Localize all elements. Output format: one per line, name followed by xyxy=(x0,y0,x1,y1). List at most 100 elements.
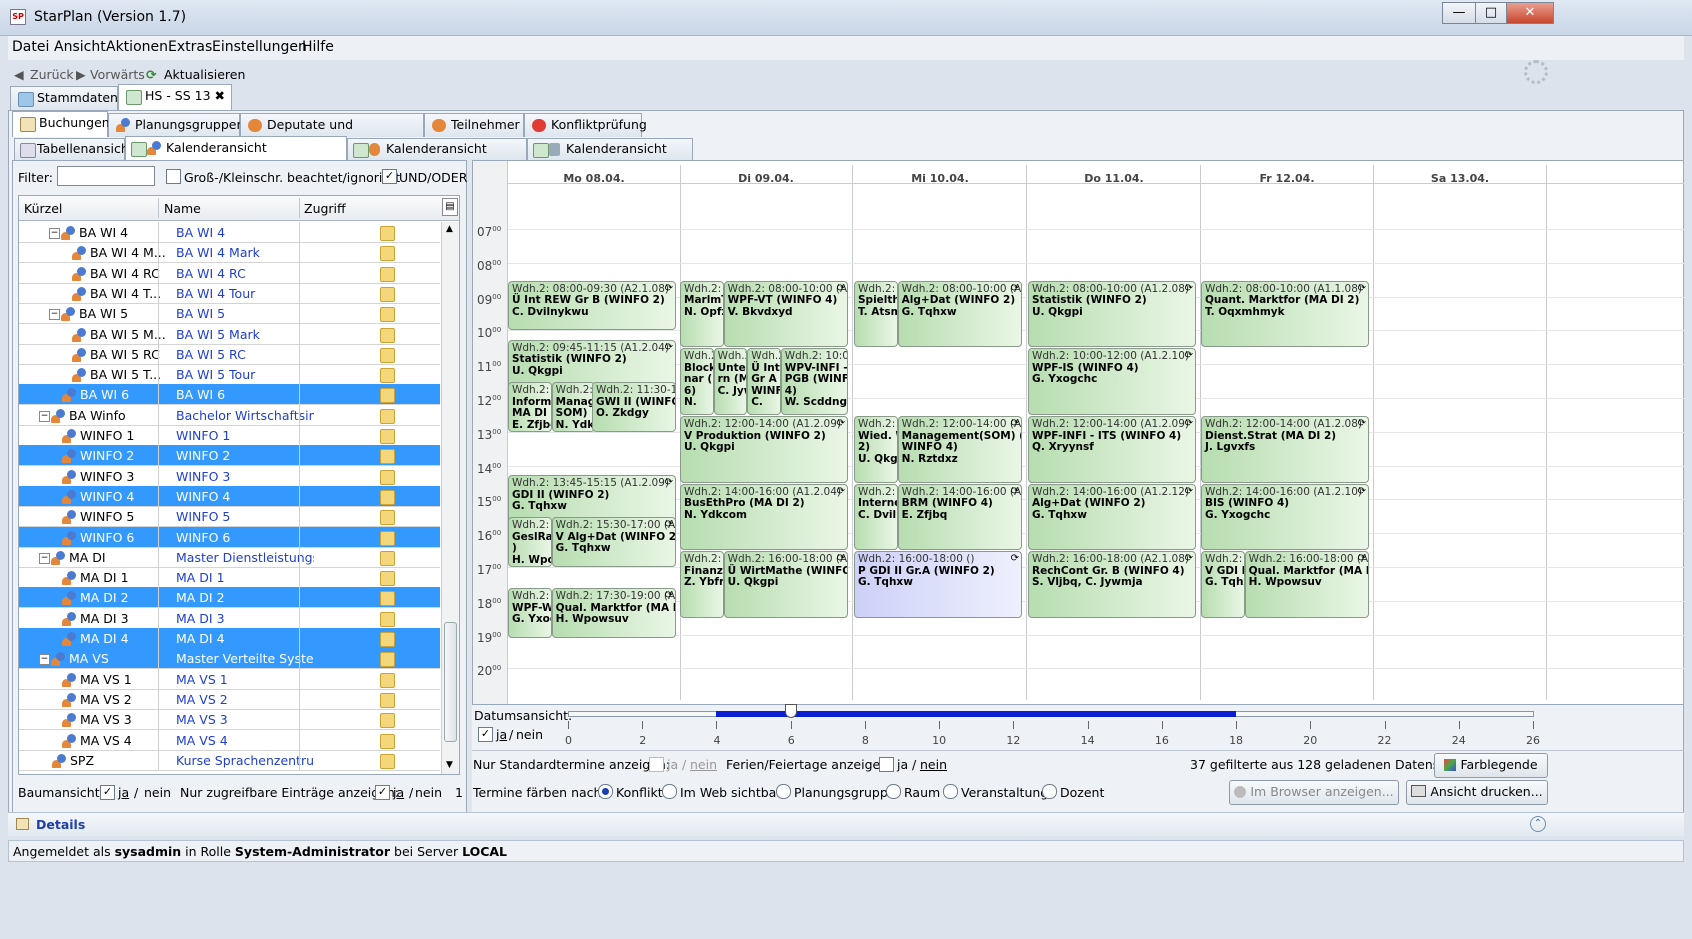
andor-checkbox[interactable]: ✓ xyxy=(382,169,397,184)
tab-stammdaten[interactable]: Stammdaten xyxy=(10,86,118,110)
collapse-node-icon[interactable]: − xyxy=(39,552,50,564)
tab-teilnehmer[interactable]: Teilnehmer xyxy=(424,113,524,137)
close-tab-icon[interactable]: ✖ xyxy=(215,85,225,107)
access-only-checkbox[interactable]: ✓ xyxy=(375,785,390,800)
calendar-event[interactable]: Wdh.2: 14:00-16:00 (A1.2BRM (WINFO 4)E. … xyxy=(897,483,1022,551)
table-row[interactable]: MA DI 1 MA DI 1 xyxy=(19,567,440,589)
minimize-button[interactable]: — xyxy=(1442,2,1476,24)
table-row[interactable]: BA WI 6 BA WI 6 xyxy=(19,384,440,406)
tab-planungsgruppen[interactable]: Planungsgruppen xyxy=(108,113,244,137)
collapse-node-icon[interactable]: − xyxy=(49,309,60,321)
menu-einstellungen[interactable]: Einstellungen xyxy=(212,39,307,55)
table-row[interactable]: BA WI 5 T... BA WI 5 Tour xyxy=(19,364,440,386)
table-row[interactable]: WINFO 6 WINFO 6 xyxy=(19,526,440,548)
table-row[interactable]: WINFO 4 WINFO 4 xyxy=(19,485,440,507)
table-row[interactable]: MA DI 4 MA DI 4 xyxy=(19,628,440,649)
table-row[interactable]: MA VS 1 MA VS 1 xyxy=(19,668,440,690)
calendar-event[interactable]: Wdh.2:Ü Int RGr A (WINFOC. xyxy=(747,348,781,415)
calendar-event[interactable]: Wdh.2:UnterSrn (MAC. Jyw xyxy=(713,348,748,415)
calendar-event[interactable]: Wdh.2: 10:00WPV-INFI -PGB (WINFO4)W. Scd… xyxy=(780,348,848,415)
table-row[interactable]: MA VS 4 MA VS 4 xyxy=(19,729,440,751)
header-kuerzel[interactable]: Kürzel xyxy=(24,201,62,216)
filter-input[interactable] xyxy=(57,166,155,186)
calendar-event[interactable]: Wdh.2: 0MarlmTN. Opfz xyxy=(680,280,724,348)
calendar-event[interactable]: Wdh.2: 08:00-10:00 (A1.1.08) Quant. Markt… xyxy=(1201,280,1369,348)
radio-veranstaltung[interactable] xyxy=(943,784,958,799)
table-row[interactable]: − MA DI Master Dienstleistungs... xyxy=(19,546,440,568)
menu-aktionen[interactable]: Aktionen xyxy=(106,39,168,55)
holidays-checkbox[interactable] xyxy=(879,757,894,772)
tab-tabellenansicht[interactable]: Tabellenansicht xyxy=(14,138,134,160)
table-scrollbar[interactable]: ▲ ▼ xyxy=(441,222,459,774)
back-button[interactable]: Zurück xyxy=(30,67,74,82)
radio-planungsgruppe[interactable] xyxy=(776,784,791,799)
calendar-event[interactable]: Wdh.2: 16:00-18:00 (A2.1.08) RechCont Gr.… xyxy=(1028,551,1196,618)
calendar-event[interactable]: Wdh.2: 16:00-18:00 (A1.2Ü WirtMathe (WIN… xyxy=(723,551,848,618)
calendar-event[interactable]: Wdh.2: 14:00-16:00 (A1.2.10) BIS (WINFO 4… xyxy=(1201,483,1369,551)
calendar-event[interactable]: Wdh.2: 0SpieltheT. Atsm xyxy=(854,280,898,348)
table-row[interactable]: BA WI 5 RC BA WI 5 RC xyxy=(19,343,440,365)
table-row[interactable]: WINFO 1 WINFO 1 xyxy=(19,425,440,446)
date-slider-thumb[interactable] xyxy=(784,704,797,718)
table-row[interactable]: MA VS 3 MA VS 3 xyxy=(19,709,440,731)
calendar-event[interactable]: Wdh.2: 1Inform.IMA DI 2)E. Zfjbq xyxy=(508,382,552,432)
calendar-event[interactable]: Wdh.2: 1GeslRat)H. Wpow xyxy=(508,517,552,568)
date-view-checkbox[interactable]: ✓ xyxy=(478,727,493,742)
calendar-event[interactable]: Wdh.2: 08:00-10:00 (A2.1WPF-VT (WINFO 4)… xyxy=(723,280,848,348)
calendar-event[interactable]: Wdh.2: 14:00-16:00 (A1.2.12) Alg+Dat (WIN… xyxy=(1028,483,1196,551)
standard-only-checkbox[interactable] xyxy=(649,757,664,772)
table-row[interactable]: − MA VS Master Verteilte Systeme xyxy=(19,648,440,670)
table-row[interactable]: BA WI 4 M... BA WI 4 Mark xyxy=(19,242,440,264)
collapse-node-icon[interactable]: − xyxy=(39,654,50,666)
calendar-event[interactable]: Wdh.2:Blocksnar (B6)N. xyxy=(680,348,714,415)
scroll-down-icon[interactable]: ▼ xyxy=(446,760,453,770)
calendar-event[interactable]: Wdh.2: 16:00-18:00 () P GDI II Gr.A (WINF… xyxy=(854,551,1022,618)
color-legend-button[interactable]: Farblegende xyxy=(1434,753,1548,778)
radio-konflikt[interactable] xyxy=(598,784,613,799)
calendar-event[interactable]: Wdh.2: 17:30-19:00 (A1.2Qual. Marktfor (… xyxy=(551,588,676,639)
collapse-node-icon[interactable]: − xyxy=(39,410,50,422)
calendar-event[interactable]: Wdh.2: 16:00-18:00 (A1.2Qual. Marktfor (… xyxy=(1244,551,1369,618)
table-row[interactable]: WINFO 3 WINFO 3 xyxy=(19,465,440,487)
table-row[interactable]: WINFO 2 WINFO 2 xyxy=(19,445,440,467)
menu-ansicht[interactable]: Ansicht xyxy=(54,39,106,55)
open-in-browser-button[interactable]: Im Browser anzeigen... xyxy=(1229,780,1399,805)
tab-hs-ss13[interactable]: HS - SS 13 ✖ xyxy=(118,84,232,110)
menu-datei[interactable]: Datei xyxy=(12,39,49,55)
table-row[interactable]: BA WI 4 RC BA WI 4 RC xyxy=(19,262,440,284)
refresh-button[interactable]: Aktualisieren xyxy=(164,67,245,82)
collapse-node-icon[interactable]: − xyxy=(49,228,60,239)
case-checkbox[interactable] xyxy=(166,169,181,184)
table-row[interactable]: − BA Winfo Bachelor Wirtschaftsinf... xyxy=(19,404,440,426)
calendar-event[interactable]: Wdh.2: 1InterneC. Dviln xyxy=(854,483,898,551)
print-view-button[interactable]: Ansicht drucken... xyxy=(1406,780,1548,805)
header-zugriff[interactable]: Zugriff xyxy=(304,201,346,216)
tab-buchungen[interactable]: Buchungen xyxy=(12,111,110,137)
tab-konfliktpruefung[interactable]: Konfliktprüfung xyxy=(524,113,647,137)
tab-kalender-planungsgruppen[interactable]: Kalenderansicht Planungsgruppen xyxy=(125,136,347,177)
tab-deputate[interactable]: Deputate und Verfügbarkeit xyxy=(240,113,424,154)
calendar-event[interactable]: Wdh.2: 10:00-12:00 (A1.2.10) WPF-IS (WINF… xyxy=(1028,348,1196,415)
close-button[interactable]: ✕ xyxy=(1506,2,1554,24)
table-row[interactable]: MA DI 3 MA DI 3 xyxy=(19,607,440,629)
table-row[interactable]: MA VS 2 MA VS 2 xyxy=(19,688,440,710)
collapse-icon[interactable]: ⌃ xyxy=(1530,816,1546,832)
table-row[interactable]: BA WI 4 T... BA WI 4 Tour xyxy=(19,282,440,304)
calendar-event[interactable]: Wdh.2: 12:00-14:00 (A1.2.08) Dienst.Strat… xyxy=(1201,416,1369,483)
calendar-event[interactable]: Wdh.2: 1ManageSOM) (WN. Ydkc xyxy=(551,382,596,432)
scroll-thumb[interactable] xyxy=(444,622,457,742)
tree-view-checkbox[interactable]: ✓ xyxy=(100,785,115,800)
table-row[interactable]: WINFO 5 WINFO 5 xyxy=(19,506,440,528)
maximize-button[interactable]: □ xyxy=(1475,2,1507,24)
calendar-event[interactable]: Wdh.2: 1WPF-WIG. Yxog xyxy=(508,588,552,639)
forward-button[interactable]: Vorwärts xyxy=(90,67,145,82)
table-row[interactable]: BA WI 5 M... BA WI 5 Mark xyxy=(19,323,440,345)
scroll-up-icon[interactable]: ▲ xyxy=(446,224,453,234)
table-row[interactable]: − BA WI 4 BA WI 4 xyxy=(19,222,440,243)
details-bar[interactable]: Details ⌃ xyxy=(8,812,1684,836)
table-row[interactable]: MA DI 2 MA DI 2 xyxy=(19,587,440,609)
calendar-event[interactable]: Wdh.2: 12:00-14:00 (A1.2.09) WPF-INFI - I… xyxy=(1028,416,1196,483)
calendar-event[interactable]: Wdh.2: 12:00-14:00 (A1.2Management(SOM) … xyxy=(897,416,1022,483)
menu-hilfe[interactable]: Hilfe xyxy=(302,39,334,55)
calendar-event[interactable]: Wdh.2: 15:30-17:00 (A1.2V Alg+Dat (WINFO… xyxy=(551,517,676,568)
